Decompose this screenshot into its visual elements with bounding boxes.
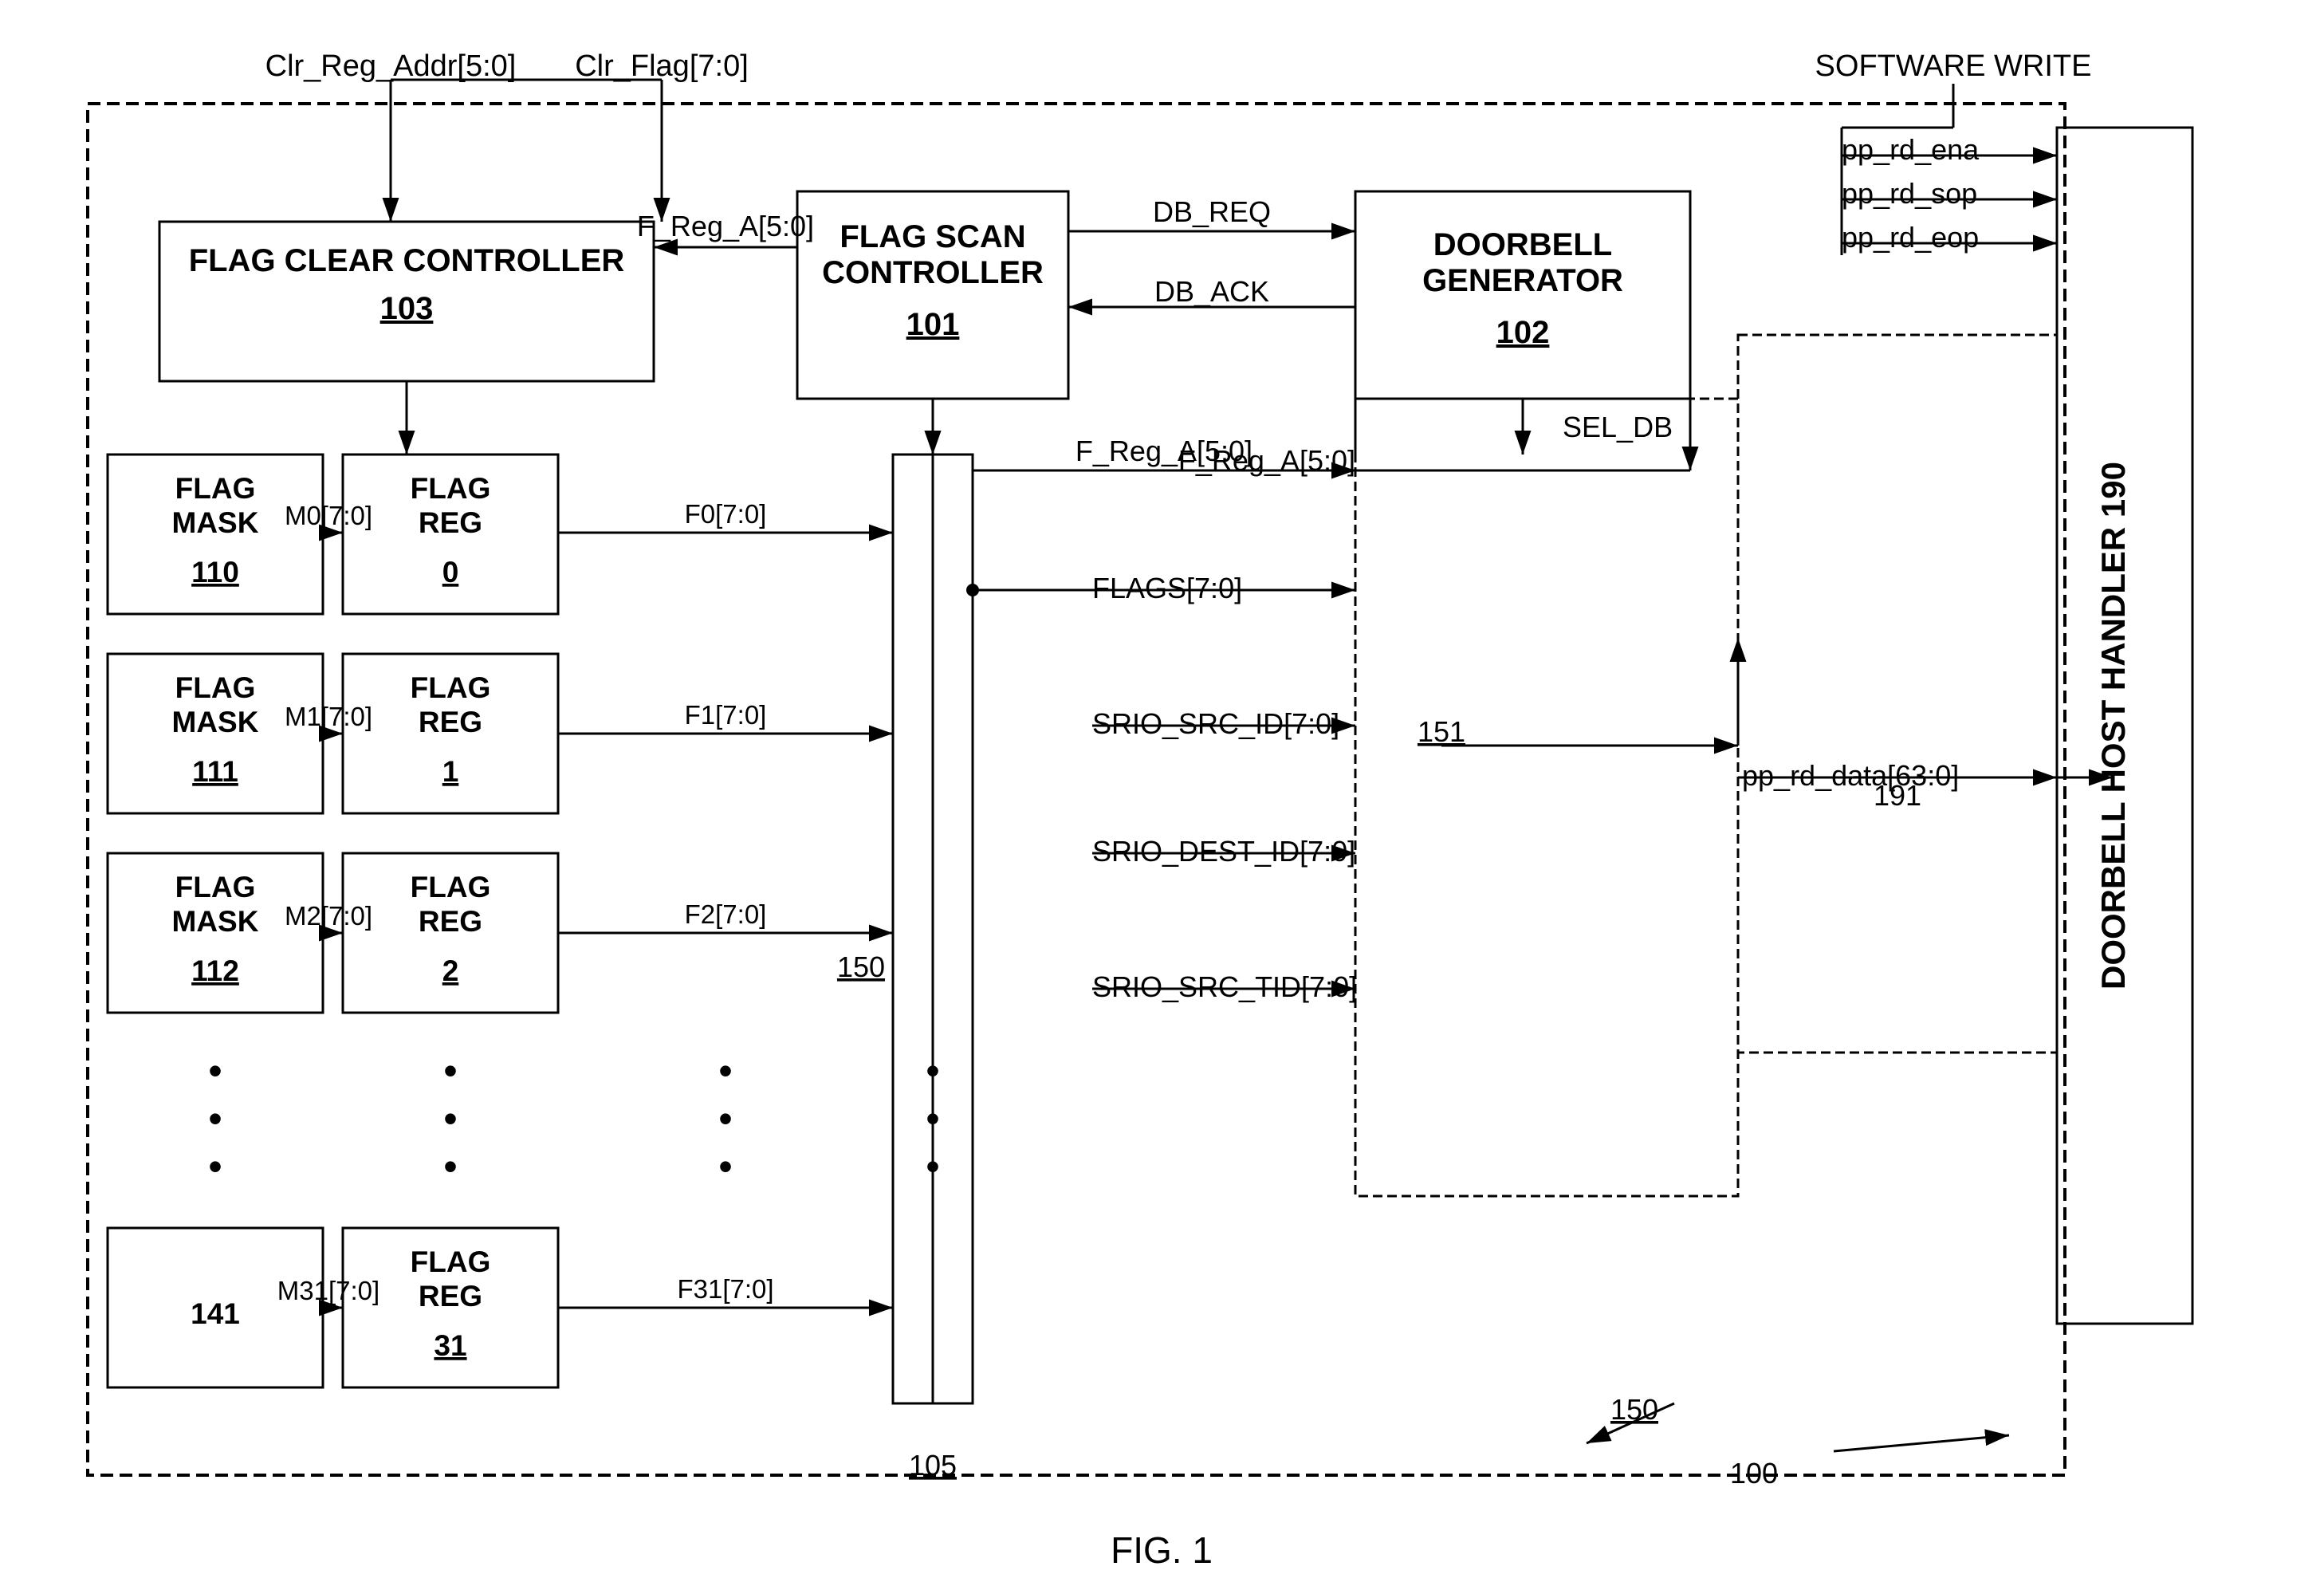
- dots-f3: •: [718, 1144, 733, 1189]
- fm141-l1: 141: [191, 1297, 240, 1330]
- fm110-l3: 110: [191, 556, 239, 588]
- n100-label: 100: [1730, 1457, 1778, 1490]
- fsc-label3: 101: [906, 307, 960, 342]
- fm112-l1: FLAG: [175, 871, 256, 903]
- pp-rd-sop-label: pp_rd_sop: [1842, 177, 1977, 210]
- fr0-l2: REG: [419, 506, 482, 539]
- n150a-label: 150: [837, 950, 885, 983]
- fig-label: FIG. 1: [1111, 1529, 1213, 1571]
- dots2: •: [208, 1096, 222, 1141]
- fcc-label2: 103: [380, 291, 434, 326]
- fm111-l1: FLAG: [175, 671, 256, 704]
- dots3: •: [208, 1144, 222, 1189]
- fr1-l2: REG: [419, 706, 482, 738]
- fr1-l3: 1: [442, 755, 459, 788]
- dbg-label1: DOORBELL: [1433, 227, 1612, 262]
- m1-label: M1[7:0]: [285, 702, 372, 731]
- n105-label: 105: [909, 1449, 957, 1482]
- f-reg-a-label1: F_Reg_A[5:0]: [637, 210, 814, 242]
- dots-fr3: •: [443, 1144, 458, 1189]
- dbg-label3: 102: [1496, 315, 1550, 350]
- srio-src-tid-label: SRIO_SRC_TID[7:0]: [1092, 970, 1357, 1003]
- m31-label: M31[7:0]: [277, 1276, 379, 1305]
- dots-sb1: •: [926, 1049, 940, 1093]
- dbhh-label1: DOORBELL HOST HANDLER 190: [2094, 462, 2132, 990]
- dots-f1: •: [718, 1049, 733, 1093]
- flags-label: FLAGS[7:0]: [1092, 572, 1242, 604]
- f1-label: F1[7:0]: [685, 700, 767, 730]
- fr2-l3: 2: [442, 954, 459, 987]
- pp-rd-eop-label: pp_rd_eop: [1842, 221, 1979, 254]
- sel-db-label: SEL_DB: [1563, 411, 1673, 443]
- db-ack-label: DB_ACK: [1154, 275, 1269, 308]
- fr31-l2: REG: [419, 1280, 482, 1312]
- n151-label: 151: [1418, 715, 1465, 748]
- clr-flag-label: Clr_Flag[7:0]: [575, 49, 749, 83]
- fr2-l1: FLAG: [411, 871, 491, 903]
- srio-dest-id-label: SRIO_DEST_ID[7:0]: [1092, 835, 1355, 868]
- f-reg-a2-label: F_Reg_A[5:0]: [1075, 435, 1252, 467]
- dots-fr1: •: [443, 1049, 458, 1093]
- clr-reg-addr-label: Clr_Reg_Addr[5:0]: [265, 49, 517, 83]
- fm110-l1: FLAG: [175, 472, 256, 505]
- pp-rd-data-label: pp_rd_data[63:0]: [1742, 759, 1959, 792]
- fr1-l1: FLAG: [411, 671, 491, 704]
- f31-label: F31[7:0]: [677, 1274, 773, 1304]
- m2-label: M2[7:0]: [285, 901, 372, 931]
- fm111-l2: MASK: [172, 706, 259, 738]
- fr2-l2: REG: [419, 905, 482, 938]
- dots1: •: [208, 1049, 222, 1093]
- f0-label: F0[7:0]: [685, 499, 767, 529]
- pp-rd-ena-label: pp_rd_ena: [1842, 133, 1980, 166]
- dots-sb3: •: [926, 1144, 940, 1189]
- diagram-container: Clr_Reg_Addr[5:0] Clr_Flag[7:0] SOFTWARE…: [0, 0, 2324, 1586]
- fm110-l2: MASK: [172, 506, 259, 539]
- dots-sb2: •: [926, 1096, 940, 1141]
- fr0-l3: 0: [442, 556, 459, 588]
- m0-label: M0[7:0]: [285, 501, 372, 530]
- srio-src-id-label: SRIO_SRC_ID[7:0]: [1092, 707, 1339, 740]
- fr0-l1: FLAG: [411, 472, 491, 505]
- fm112-l2: MASK: [172, 905, 259, 938]
- fm112-l3: 112: [191, 954, 239, 987]
- fsc-label2: CONTROLLER: [822, 255, 1044, 290]
- software-write-label: SOFTWARE WRITE: [1815, 49, 2092, 83]
- f2-label: F2[7:0]: [685, 899, 767, 929]
- fcc-label1: FLAG CLEAR CONTROLLER: [189, 243, 625, 278]
- dots-fr2: •: [443, 1096, 458, 1141]
- dbg-label2: GENERATOR: [1422, 263, 1623, 298]
- db-req-label: DB_REQ: [1153, 195, 1271, 228]
- fsc-label1: FLAG SCAN: [840, 219, 1025, 254]
- fm111-l3: 111: [192, 755, 238, 788]
- dots-f2: •: [718, 1096, 733, 1141]
- fr31-l3: 31: [434, 1329, 466, 1362]
- fr31-l1: FLAG: [411, 1246, 491, 1278]
